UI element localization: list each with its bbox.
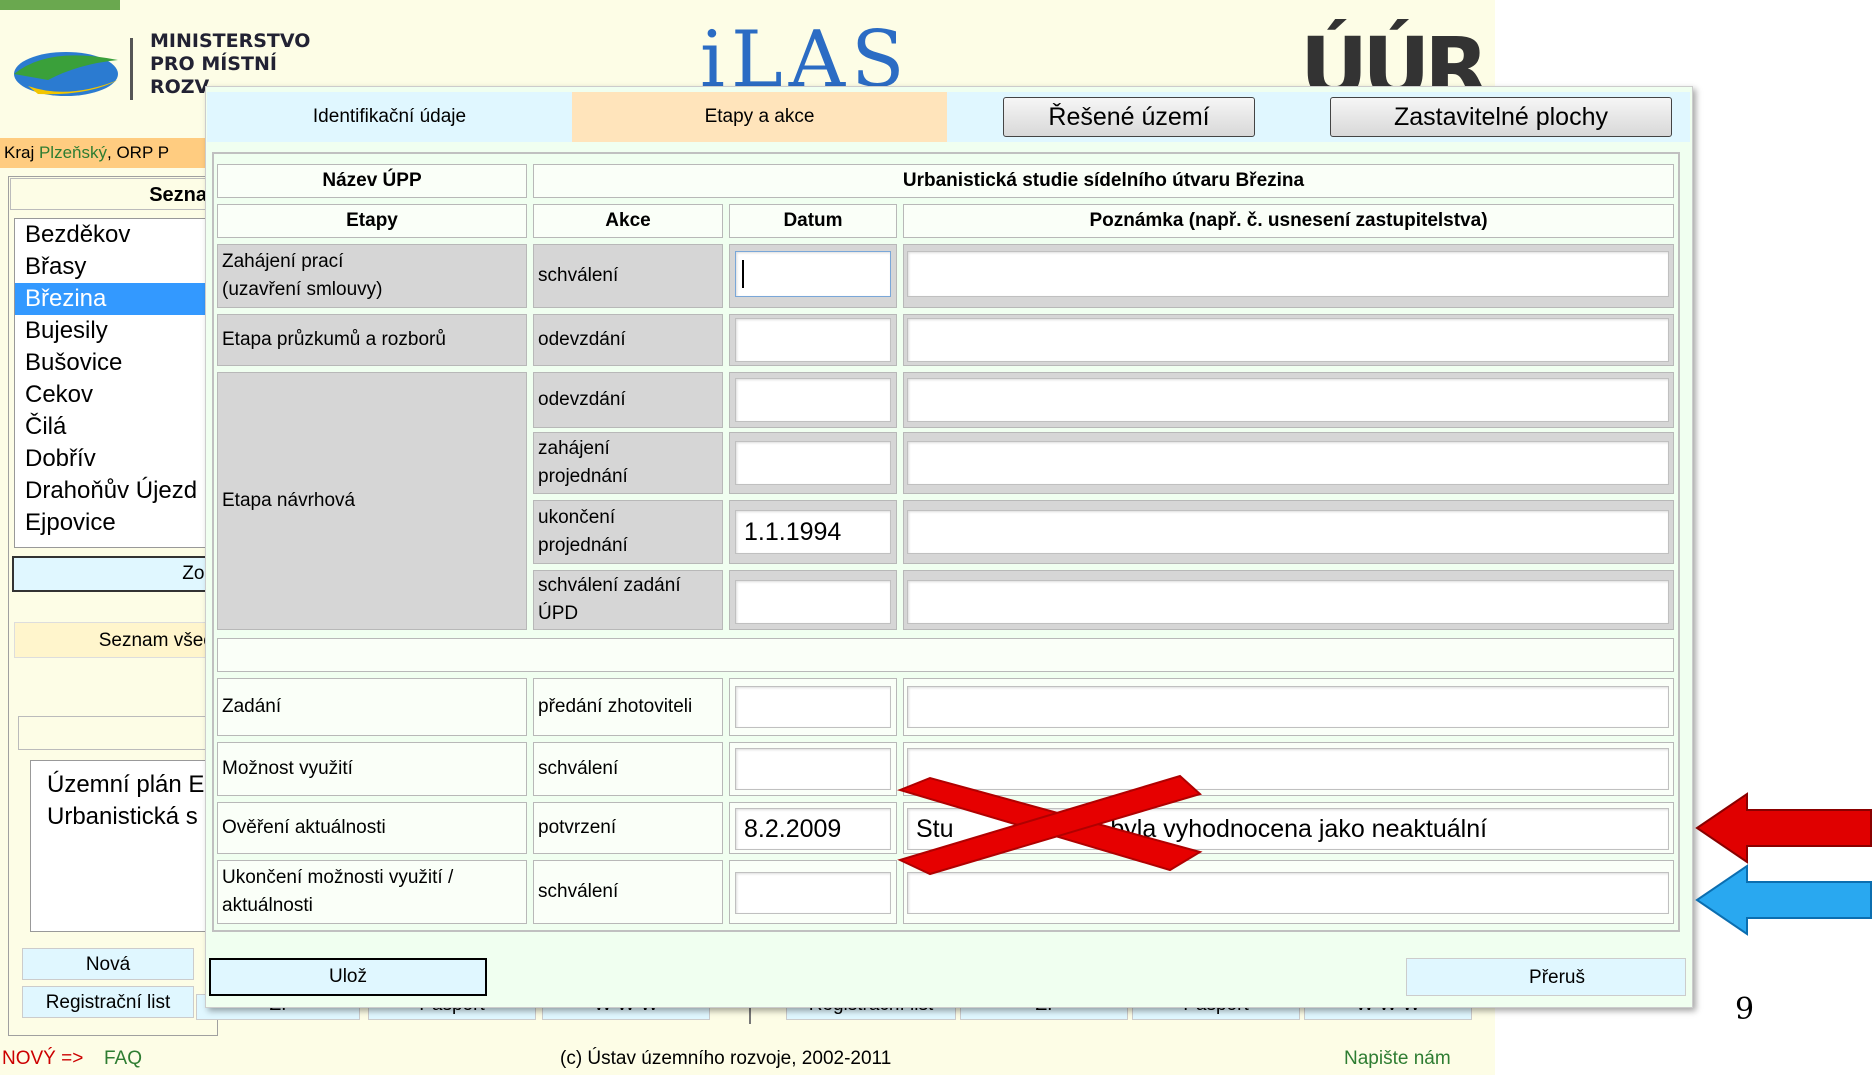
stage-end: Ukončení možnosti využití / aktuálnosti — [217, 860, 527, 924]
list-item-selected[interactable]: Březina — [15, 283, 213, 315]
action-approval: schválení — [533, 244, 723, 308]
show-button[interactable]: Zob — [12, 556, 217, 592]
town-list[interactable]: Bezděkov Břasy Březina Bujesily Bušovice… — [14, 218, 214, 548]
text-caret — [742, 260, 744, 288]
list-item[interactable]: Bušovice — [15, 347, 213, 379]
list-item[interactable]: Dobřív — [15, 443, 213, 475]
list-item[interactable]: Bezděkov — [15, 219, 213, 251]
note-input-start[interactable] — [907, 251, 1669, 297]
footer-contact-link[interactable]: Napište nám — [1344, 1042, 1451, 1075]
column-header-note: Poznámka (např. č. usnesení zastupitelst… — [903, 204, 1674, 238]
date-input-survey[interactable] — [735, 318, 891, 362]
stage-survey: Etapa průzkumů a rozborů — [217, 314, 527, 366]
ministry-logo-icon — [14, 52, 118, 96]
logo-divider — [130, 38, 133, 100]
region-orp-label: , ORP P — [107, 143, 170, 162]
note-input-approval-assignment[interactable] — [907, 580, 1669, 624]
slide-page-number: 9 — [1735, 992, 1755, 1027]
action-approval-end: schválení — [533, 860, 723, 924]
stage-design: Etapa návrhová — [217, 372, 527, 630]
date-input-discussion-start[interactable] — [735, 441, 891, 485]
footer-new-label: NOVÝ => — [2, 1048, 84, 1069]
stage-verify: Ověření aktuálnosti — [217, 802, 527, 854]
list-item[interactable]: Bujesily — [15, 315, 213, 347]
column-header-stages: Etapy — [217, 204, 527, 238]
note-input-discussion-start[interactable] — [907, 441, 1669, 485]
region-name-link[interactable]: Plzeňský — [39, 143, 107, 162]
cancel-button[interactable]: Přeruš — [1406, 958, 1686, 996]
stage-assignment: Zadání — [217, 678, 527, 736]
red-arrow-left-icon — [1695, 792, 1872, 864]
action-discussion-start: zahájení projednání — [533, 432, 723, 494]
action-discussion-end: ukončení projednání — [533, 500, 723, 564]
column-header-date: Datum — [729, 204, 897, 238]
action-handover: odevzdání — [533, 314, 723, 366]
list-item[interactable]: Ejpovice — [15, 507, 213, 539]
footer-copyright: (c) Ústav územního rozvoje, 2002-2011 — [560, 1048, 892, 1069]
list-item[interactable]: Urbanistická s — [47, 801, 219, 833]
region-kraj-label: Kraj — [4, 143, 39, 162]
registration-list-button[interactable]: Registrační list — [22, 986, 194, 1018]
town-list-header: Sezna — [10, 178, 210, 210]
tab-identification[interactable]: Identifikační údaje — [207, 92, 572, 142]
corner-accent — [0, 0, 120, 10]
list-item[interactable]: Břasy — [15, 251, 213, 283]
tab-buildable-button[interactable]: Zastavitelné plochy — [1330, 97, 1672, 137]
red-cross-mark-icon — [896, 774, 1203, 876]
action-confirmation: potvrzení — [533, 802, 723, 854]
separator-row — [217, 638, 1674, 672]
tab-stages-active[interactable]: Etapy a akce — [572, 92, 947, 142]
note-input-handover[interactable] — [907, 378, 1669, 422]
date-input-start[interactable] — [735, 251, 891, 297]
note-input-assignment[interactable] — [907, 686, 1669, 728]
save-button[interactable]: Ulož — [209, 958, 487, 996]
date-input-discussion-end[interactable]: 1.1.1994 — [735, 510, 891, 554]
action-to-contractor: předání zhotoviteli — [533, 678, 723, 736]
tab-area-button[interactable]: Řešené území — [1003, 97, 1255, 137]
list-item[interactable]: Drahoňův Újezd — [15, 475, 213, 507]
date-input-use[interactable] — [735, 748, 891, 790]
new-button[interactable]: Nová — [22, 948, 194, 980]
column-header-actions: Akce — [533, 204, 723, 238]
footer-bar: NOVÝ => FAQ (c) Ústav územního rozvoje, … — [0, 1042, 1495, 1075]
note-input-discussion-end[interactable] — [907, 510, 1669, 554]
blue-arrow-left-icon — [1695, 864, 1872, 936]
date-input-handover[interactable] — [735, 378, 891, 422]
plans-header — [18, 716, 218, 750]
action-approval-assignment: schválení zadání ÚPD — [533, 570, 723, 630]
note-input-survey[interactable] — [907, 318, 1669, 362]
action-handover-design: odevzdání — [533, 372, 723, 428]
list-item[interactable]: Cekov — [15, 379, 213, 411]
plan-name-label: Název ÚPP — [217, 164, 527, 198]
plan-name-value: Urbanistická studie sídelního útvaru Bře… — [533, 164, 1674, 198]
date-input-assignment[interactable] — [735, 686, 891, 728]
action-approval-use: schválení — [533, 742, 723, 796]
stage-use: Možnost využití — [217, 742, 527, 796]
stage-start: Zahájení prací (uzavření smlouvy) — [217, 244, 527, 308]
date-input-confirmation[interactable]: 8.2.2009 — [735, 808, 891, 850]
list-all-button[interactable]: Seznam všecl — [14, 622, 218, 658]
footer-faq-link[interactable]: FAQ — [104, 1042, 142, 1075]
list-item[interactable]: Územní plán E — [47, 769, 219, 801]
list-item[interactable]: Čilá — [15, 411, 213, 443]
date-input-approval-assignment[interactable] — [735, 580, 891, 624]
plans-list[interactable]: Územní plán E Urbanistická s — [30, 760, 220, 932]
region-breadcrumb: Kraj Plzeňský, ORP P — [0, 138, 215, 168]
date-input-end[interactable] — [735, 872, 891, 914]
